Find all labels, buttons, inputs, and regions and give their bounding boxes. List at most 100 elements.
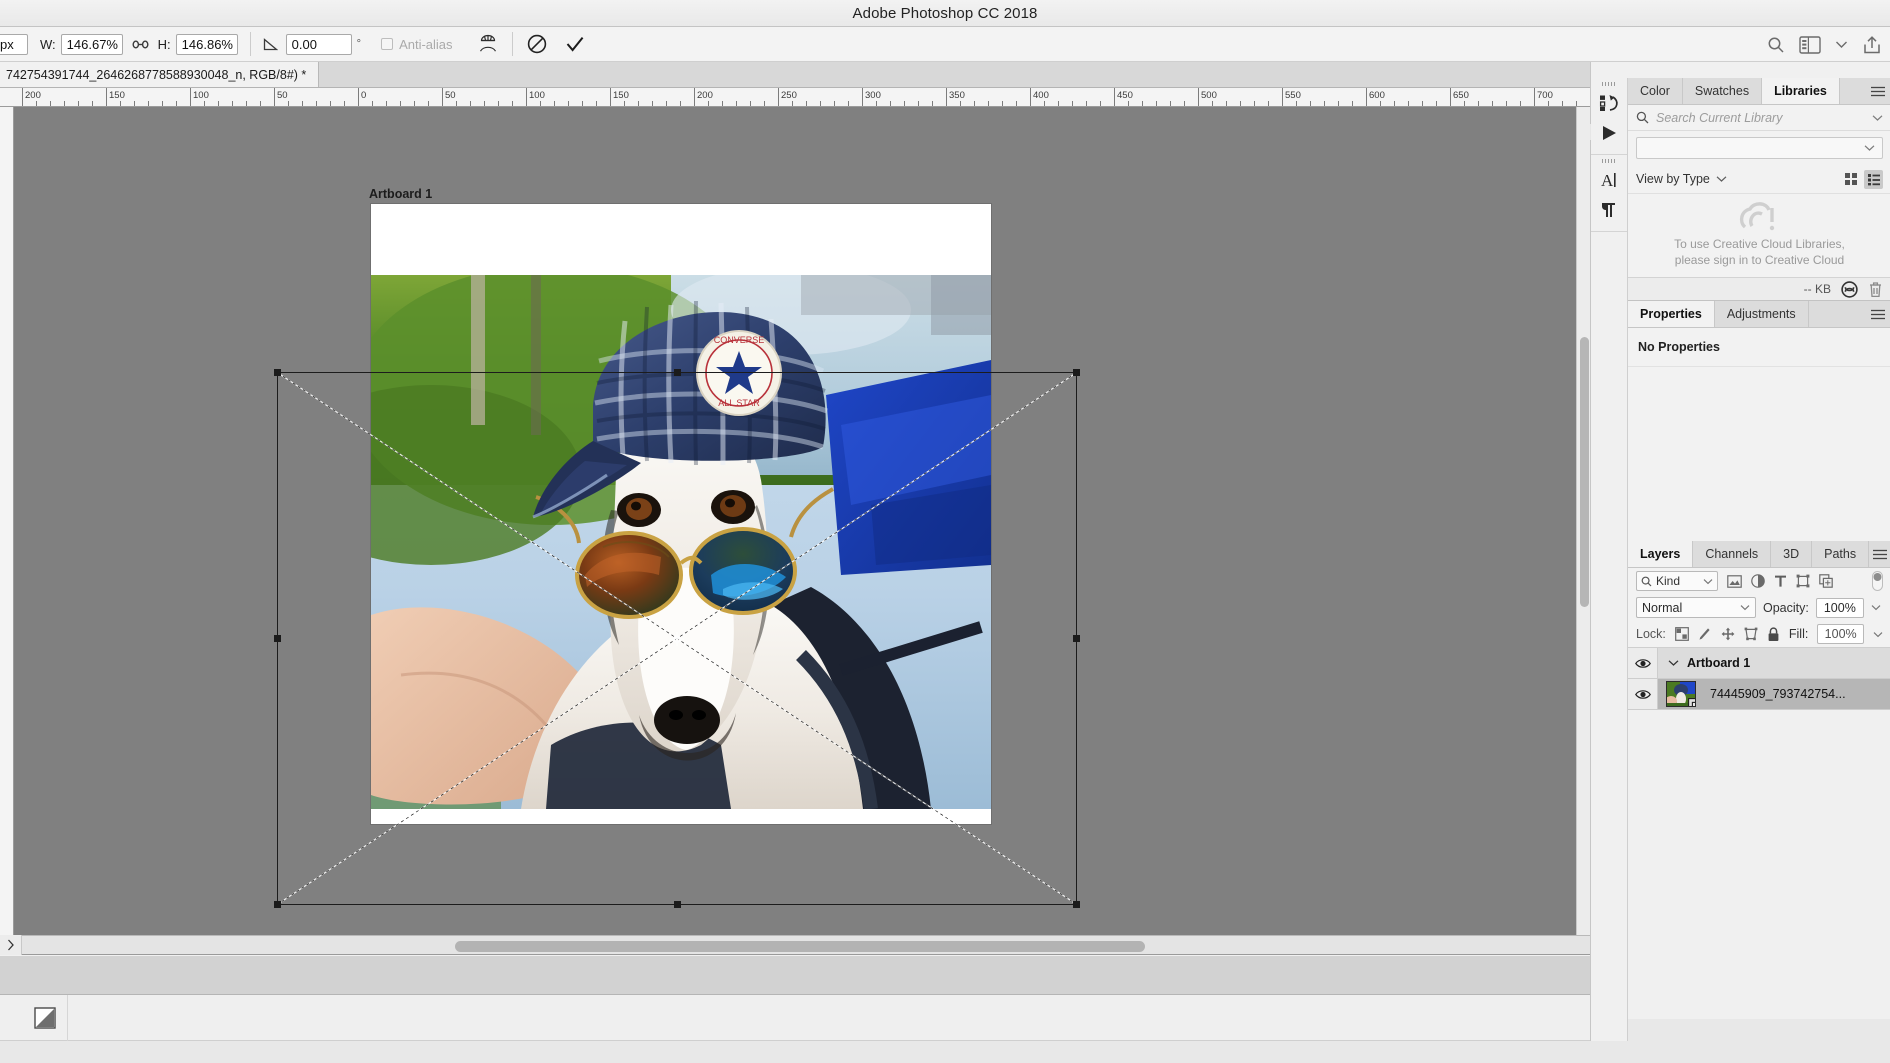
ruler-minor-tick: [1352, 101, 1353, 106]
tab-color[interactable]: Color: [1628, 78, 1683, 104]
filter-toggle-icon[interactable]: [1872, 571, 1883, 591]
eye-icon: [1635, 689, 1651, 700]
tab-properties-label: Properties: [1640, 307, 1702, 321]
transform-pivot-icon[interactable]: [670, 632, 684, 646]
fill-input[interactable]: 100%: [1817, 624, 1864, 644]
image-filter-icon[interactable]: [1727, 575, 1742, 588]
tab-libraries-label: Libraries: [1774, 84, 1827, 98]
actions-play-icon[interactable]: [1591, 118, 1627, 148]
library-select[interactable]: [1636, 137, 1883, 159]
ruler-major-tick: [778, 88, 779, 106]
chevron-down-icon[interactable]: [1668, 659, 1679, 667]
chevron-right-icon[interactable]: [0, 935, 22, 955]
paragraph-icon[interactable]: [1591, 195, 1627, 225]
anti-alias-checkbox[interactable]: Anti-alias: [381, 37, 452, 52]
smart-object-filter-icon[interactable]: [1819, 574, 1833, 588]
blend-mode-select[interactable]: Normal: [1636, 597, 1756, 618]
share-icon[interactable]: [1862, 35, 1882, 55]
type-filter-icon[interactable]: [1774, 574, 1787, 588]
chain-link-icon[interactable]: [132, 36, 149, 53]
table-row[interactable]: Artboard 1: [1628, 648, 1890, 679]
view-by-label[interactable]: View by Type: [1636, 172, 1710, 186]
library-search-row[interactable]: Search Current Library: [1628, 105, 1890, 131]
cc-message-line-2: please sign in to Creative Cloud: [1674, 252, 1845, 268]
layer-filter-kind-select[interactable]: Kind: [1636, 571, 1718, 591]
transform-bounding-box[interactable]: [277, 372, 1077, 905]
warp-icon[interactable]: [473, 30, 503, 58]
height-input[interactable]: 146.86%: [176, 34, 238, 55]
ruler-minor-tick: [512, 101, 513, 106]
lock-all-icon[interactable]: [1767, 627, 1780, 642]
horizontal-ruler[interactable]: 2001501005005010015020025030035040045050…: [0, 88, 1590, 107]
ruler-label: 0: [361, 90, 366, 101]
ruler-minor-tick: [834, 101, 835, 106]
transform-handle-top-right[interactable]: [1073, 369, 1080, 376]
panel-gripper[interactable]: [1591, 80, 1627, 88]
history-icon[interactable]: [1591, 88, 1627, 118]
tab-paths[interactable]: Paths: [1812, 541, 1869, 567]
canvas-vertical-scrollbar[interactable]: [1576, 107, 1590, 935]
canvas-stage[interactable]: Artboard 1: [14, 107, 1574, 935]
chevron-down-icon[interactable]: [1835, 40, 1848, 49]
lock-artboard-nesting-icon[interactable]: [1744, 627, 1758, 641]
lock-image-pixels-icon[interactable]: [1698, 627, 1712, 641]
lock-position-icon[interactable]: [1721, 627, 1735, 641]
tab-channels[interactable]: Channels: [1693, 541, 1771, 567]
workspace-icon[interactable]: [1799, 36, 1821, 54]
tab-adjustments[interactable]: Adjustments: [1715, 301, 1809, 327]
angle-input[interactable]: 0.00: [286, 34, 352, 55]
chevron-down-icon[interactable]: [1873, 631, 1883, 638]
tab-swatches[interactable]: Swatches: [1683, 78, 1762, 104]
trash-icon[interactable]: [1868, 281, 1883, 298]
transform-handle-bottom-right[interactable]: [1073, 901, 1080, 908]
table-row[interactable]: 74445909_793742754...: [1628, 679, 1890, 710]
panel-menu-icon[interactable]: [1869, 541, 1890, 567]
transform-handle-middle-left[interactable]: [274, 635, 281, 642]
layer-thumbnail[interactable]: [1666, 681, 1696, 707]
tab-properties[interactable]: Properties: [1628, 301, 1715, 327]
horizontal-scrollbar-thumb[interactable]: [455, 941, 1145, 952]
layer-visibility-toggle[interactable]: [1628, 648, 1658, 678]
opacity-input[interactable]: 100%: [1816, 598, 1864, 618]
document-tab[interactable]: 742754391744_2646268778588930048_n, RGB/…: [0, 62, 319, 87]
options-bar: px W: 146.67% H: 146.86% 0.00 ° Anti-ali…: [0, 27, 1890, 62]
ruler-label: 600: [1369, 90, 1385, 101]
chevron-down-icon[interactable]: [1872, 114, 1883, 122]
vertical-ruler[interactable]: [0, 107, 14, 935]
mask-thumbnail-icon[interactable]: [22, 995, 68, 1041]
tab-3d[interactable]: 3D: [1771, 541, 1812, 567]
ruler-minor-tick: [92, 101, 93, 106]
ruler-minor-tick: [78, 101, 79, 106]
tab-libraries[interactable]: Libraries: [1762, 78, 1840, 104]
list-view-icon[interactable]: [1864, 170, 1883, 189]
panel-gripper-2[interactable]: [1591, 157, 1627, 165]
tab-layers[interactable]: Layers: [1628, 541, 1693, 567]
transform-handle-middle-right[interactable]: [1073, 635, 1080, 642]
transform-handle-bottom-center[interactable]: [674, 901, 681, 908]
unit-field[interactable]: px: [0, 34, 28, 55]
library-search-input[interactable]: Search Current Library: [1656, 111, 1865, 125]
search-icon[interactable]: [1767, 36, 1785, 54]
chevron-down-icon[interactable]: [1871, 604, 1881, 611]
commit-transform-icon[interactable]: [560, 30, 590, 58]
cancel-transform-icon[interactable]: [522, 30, 552, 58]
panel-stack: Color Swatches Libraries Search Current …: [1628, 78, 1890, 1041]
svg-text:CONVERSE: CONVERSE: [714, 335, 765, 345]
width-input[interactable]: 146.67%: [61, 34, 123, 55]
shape-filter-icon[interactable]: [1796, 574, 1810, 588]
transform-handle-top-center[interactable]: [674, 369, 681, 376]
lock-transparent-pixels-icon[interactable]: [1675, 627, 1689, 641]
adjustment-filter-icon[interactable]: [1751, 574, 1765, 588]
ruler-minor-tick: [1492, 101, 1493, 106]
transform-handle-top-left[interactable]: [274, 369, 281, 376]
panel-menu-icon[interactable]: [1865, 301, 1890, 327]
vertical-scrollbar-thumb[interactable]: [1580, 337, 1589, 607]
character-icon[interactable]: A: [1591, 165, 1627, 195]
canvas-horizontal-scrollbar[interactable]: [0, 935, 1590, 955]
transform-handle-bottom-left[interactable]: [274, 901, 281, 908]
creative-cloud-sync-icon[interactable]: [1841, 281, 1858, 298]
panel-menu-icon[interactable]: [1865, 78, 1890, 104]
chevron-down-icon[interactable]: [1716, 175, 1727, 183]
grid-view-icon[interactable]: [1841, 170, 1860, 189]
layer-visibility-toggle[interactable]: [1628, 679, 1658, 709]
